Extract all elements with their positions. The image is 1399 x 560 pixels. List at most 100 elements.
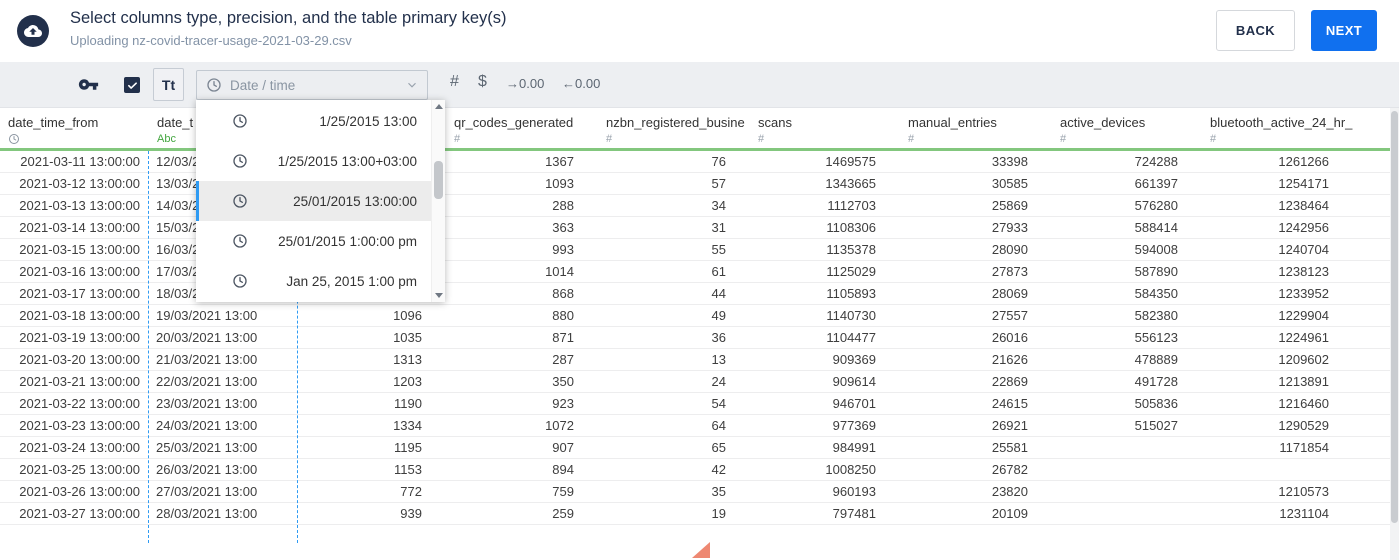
table-cell[interactable]: 588414 (1052, 217, 1202, 238)
table-cell[interactable]: 24/03/2021 13:00 (149, 415, 298, 436)
table-cell[interactable]: 871 (446, 327, 598, 348)
table-cell[interactable]: 909369 (750, 349, 900, 370)
table-cell[interactable]: 25581 (900, 437, 1052, 458)
table-cell[interactable]: 35 (598, 481, 750, 502)
table-cell[interactable]: 515027 (1052, 415, 1202, 436)
table-cell[interactable]: 30585 (900, 173, 1052, 194)
table-cell[interactable]: 76 (598, 151, 750, 172)
table-cell[interactable] (1052, 459, 1202, 480)
table-cell[interactable]: 880 (446, 305, 598, 326)
table-cell[interactable]: 287 (446, 349, 598, 370)
table-cell[interactable]: 1367 (446, 151, 598, 172)
table-cell[interactable] (1052, 481, 1202, 502)
number-type-button[interactable]: # (450, 73, 459, 91)
increase-precision-button[interactable]: →0.00 (506, 76, 544, 91)
table-cell[interactable]: 21/03/2021 13:00 (149, 349, 298, 370)
table-cell[interactable]: 1153 (298, 459, 446, 480)
table-cell[interactable]: 1313 (298, 349, 446, 370)
table-cell[interactable]: 2021-03-25 13:00:00 (0, 459, 149, 480)
table-cell[interactable]: 923 (446, 393, 598, 414)
table-cell[interactable]: 2021-03-15 13:00:00 (0, 239, 149, 260)
table-cell[interactable]: 1008250 (750, 459, 900, 480)
table-cell[interactable]: 759 (446, 481, 598, 502)
table-cell[interactable]: 288 (446, 195, 598, 216)
datetime-format-select[interactable]: Date / time (196, 70, 428, 100)
column-header-date_time_from[interactable]: date_time_from (0, 108, 149, 148)
table-cell[interactable]: 1343665 (750, 173, 900, 194)
table-cell[interactable]: 582380 (1052, 305, 1202, 326)
decrease-precision-button[interactable]: ←0.00 (562, 76, 600, 91)
table-cell[interactable]: 24 (598, 371, 750, 392)
table-cell[interactable]: 65 (598, 437, 750, 458)
table-cell[interactable]: 868 (446, 283, 598, 304)
table-cell[interactable]: 27557 (900, 305, 1052, 326)
table-cell[interactable]: 772 (298, 481, 446, 502)
text-type-button[interactable]: Tt (153, 68, 184, 101)
primary-key-button[interactable] (76, 74, 100, 96)
column-header-nzbn_registered_busine[interactable]: nzbn_registered_busine # (598, 108, 750, 148)
table-cell[interactable]: 27/03/2021 13:00 (149, 481, 298, 502)
table-cell[interactable]: 2021-03-11 13:00:00 (0, 151, 149, 172)
table-cell[interactable]: 1254171 (1202, 173, 1353, 194)
table-cell[interactable]: 907 (446, 437, 598, 458)
table-cell[interactable]: 984991 (750, 437, 900, 458)
table-cell[interactable]: 27933 (900, 217, 1052, 238)
table-cell[interactable]: 505836 (1052, 393, 1202, 414)
table-cell[interactable]: 2021-03-21 13:00:00 (0, 371, 149, 392)
table-cell[interactable]: 20109 (900, 503, 1052, 524)
table-cell[interactable]: 1195 (298, 437, 446, 458)
currency-type-button[interactable]: $ (478, 73, 487, 91)
table-cell[interactable]: 1135378 (750, 239, 900, 260)
table-cell[interactable]: 1213891 (1202, 371, 1353, 392)
table-cell[interactable]: 960193 (750, 481, 900, 502)
next-button[interactable]: NEXT (1311, 10, 1377, 51)
table-cell[interactable]: 894 (446, 459, 598, 480)
table-cell[interactable]: 31 (598, 217, 750, 238)
table-cell[interactable]: 993 (446, 239, 598, 260)
back-button[interactable]: BACK (1216, 10, 1295, 51)
table-cell[interactable]: 26016 (900, 327, 1052, 348)
column-header-scans[interactable]: scans # (750, 108, 900, 148)
table-cell[interactable]: 584350 (1052, 283, 1202, 304)
table-cell[interactable]: 1096 (298, 305, 446, 326)
table-cell[interactable]: 1140730 (750, 305, 900, 326)
table-cell[interactable]: 2021-03-27 13:00:00 (0, 503, 149, 524)
table-cell[interactable] (1052, 437, 1202, 458)
table-cell[interactable]: 1238123 (1202, 261, 1353, 282)
table-cell[interactable]: 939 (298, 503, 446, 524)
table-cell[interactable]: 26/03/2021 13:00 (149, 459, 298, 480)
table-cell[interactable]: 64 (598, 415, 750, 436)
table-cell[interactable]: 724288 (1052, 151, 1202, 172)
table-cell[interactable]: 49 (598, 305, 750, 326)
table-cell[interactable]: 594008 (1052, 239, 1202, 260)
table-cell[interactable]: 1108306 (750, 217, 900, 238)
table-cell[interactable]: 1203 (298, 371, 446, 392)
table-cell[interactable]: 363 (446, 217, 598, 238)
format-option[interactable]: 1/25/2015 13:00 (196, 101, 431, 141)
menu-scroll-thumb[interactable] (434, 161, 443, 199)
table-cell[interactable]: 1238464 (1202, 195, 1353, 216)
table-cell[interactable]: 33398 (900, 151, 1052, 172)
table-cell[interactable] (1052, 503, 1202, 524)
column-header-active_devices[interactable]: active_devices # (1052, 108, 1202, 148)
table-cell[interactable]: 2021-03-18 13:00:00 (0, 305, 149, 326)
table-cell[interactable]: 44 (598, 283, 750, 304)
table-cell[interactable]: 1125029 (750, 261, 900, 282)
table-cell[interactable]: 259 (446, 503, 598, 524)
table-cell[interactable]: 28069 (900, 283, 1052, 304)
table-cell[interactable]: 28090 (900, 239, 1052, 260)
column-header-manual_entries[interactable]: manual_entries # (900, 108, 1052, 148)
table-cell[interactable]: 21626 (900, 349, 1052, 370)
table-cell[interactable]: 1209602 (1202, 349, 1353, 370)
vertical-scrollbar-thumb[interactable] (1391, 111, 1398, 523)
table-cell[interactable]: 1171854 (1202, 437, 1353, 458)
table-cell[interactable]: 22869 (900, 371, 1052, 392)
table-cell[interactable]: 576280 (1052, 195, 1202, 216)
table-cell[interactable]: 1190 (298, 393, 446, 414)
vertical-scrollbar[interactable] (1390, 108, 1399, 560)
table-cell[interactable]: 1290529 (1202, 415, 1353, 436)
table-cell[interactable]: 491728 (1052, 371, 1202, 392)
table-cell[interactable]: 2021-03-13 13:00:00 (0, 195, 149, 216)
table-cell[interactable]: 977369 (750, 415, 900, 436)
table-cell[interactable]: 1035 (298, 327, 446, 348)
